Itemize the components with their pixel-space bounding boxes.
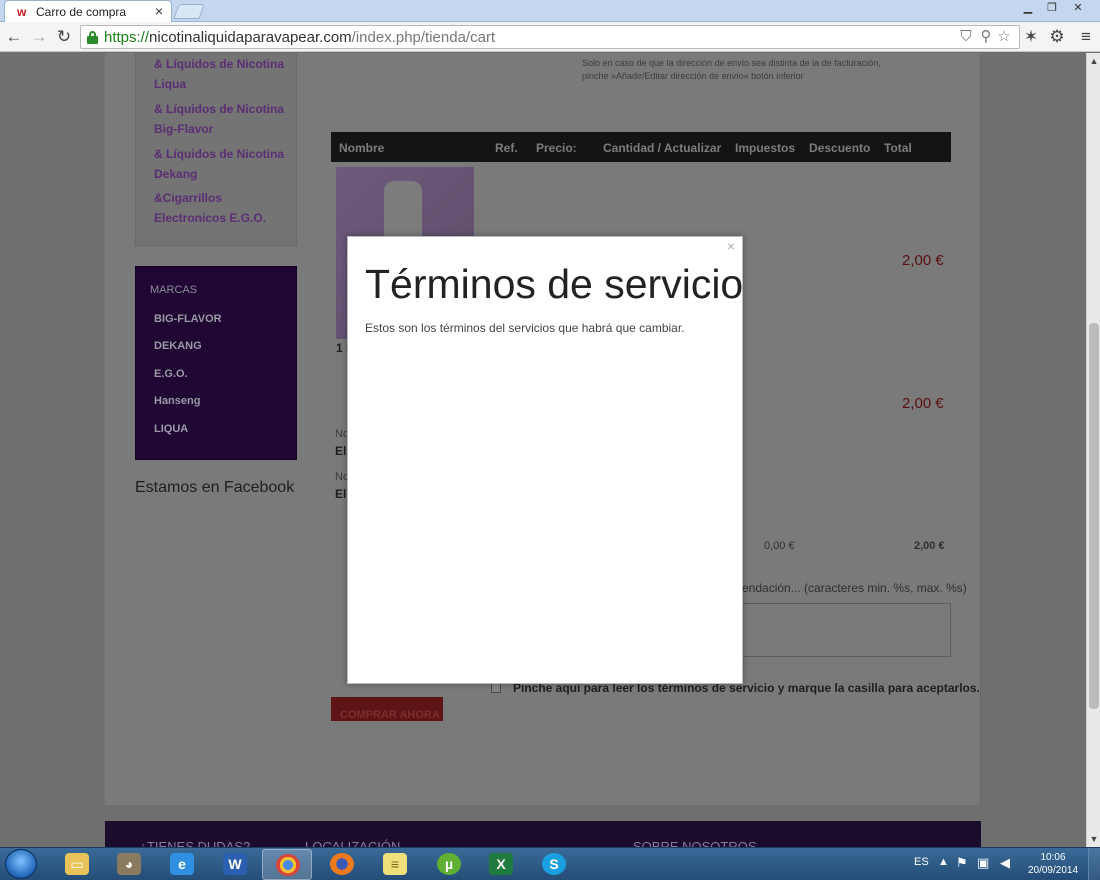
modal-title: Términos de servicio: [365, 261, 744, 307]
network-icon[interactable]: ▣: [977, 855, 989, 871]
category-link[interactable]: Electronicos E.G.O.: [154, 211, 266, 225]
utorrent-icon[interactable]: µ: [424, 849, 474, 880]
total-sum: 2,00 €: [914, 540, 945, 552]
scrollbar-thumb[interactable]: [1089, 323, 1099, 709]
brand-link[interactable]: Hanseng: [154, 395, 200, 407]
explorer-icon[interactable]: ▭: [52, 849, 102, 880]
row-value: El: [335, 444, 347, 458]
item-total-price: 2,00 €: [902, 252, 944, 269]
gimp-icon[interactable]: ◕: [104, 849, 154, 880]
header-total: Total: [884, 141, 912, 155]
comment-hint: endación... (caracteres min. %s, max. %s…: [742, 581, 967, 595]
skype-icon[interactable]: S: [529, 849, 579, 880]
url-text: https://nicotinaliquidaparavapear.com/in…: [104, 29, 496, 46]
discount-sum: 0,00 €: [764, 540, 795, 552]
excel-icon[interactable]: X: [476, 849, 526, 880]
brands-title: MARCAS: [150, 284, 198, 296]
scroll-down-icon[interactable]: ▼: [1089, 833, 1099, 845]
item-total-price: 2,00 €: [902, 395, 944, 412]
row-value: El: [335, 487, 347, 501]
browser-tab-cart[interactable]: w Carro de compra ×: [4, 0, 172, 22]
restore-icon[interactable]: ❐: [1040, 0, 1064, 16]
action-center-flag-icon[interactable]: ⚑: [956, 855, 968, 871]
extension-icon[interactable]: ✶: [1020, 26, 1042, 48]
brand-link[interactable]: DEKANG: [154, 340, 202, 352]
page-scrollbar[interactable]: ▲ ▼: [1086, 53, 1100, 847]
browser-titlebar: w Carro de compra × ▁ ❐ ✕: [0, 0, 1100, 22]
windows-taskbar: ▭ ◕ e W ≡ µ X S ES ▲ ⚑ ▣ ◀ 10:06 20/09/2…: [0, 847, 1100, 880]
category-link[interactable]: Liqua: [154, 77, 186, 91]
header-discount: Descuento: [809, 141, 871, 155]
site-favicon-icon: w: [17, 5, 27, 19]
show-desktop-button[interactable]: [1088, 848, 1100, 880]
menu-icon[interactable]: ≡: [1075, 26, 1097, 48]
buy-now-button[interactable]: COMPRAR AHORA: [331, 697, 443, 721]
minimize-icon[interactable]: ▁: [1016, 0, 1040, 16]
comment-textarea[interactable]: [742, 603, 951, 657]
gear-icon[interactable]: ⚙: [1046, 26, 1068, 48]
notes-icon[interactable]: ≡: [370, 849, 420, 880]
internet-explorer-icon[interactable]: e: [157, 849, 207, 880]
header-quantity: Cantidad / Actualizar: [603, 141, 722, 155]
system-clock[interactable]: 10:06 20/09/2014: [1024, 851, 1082, 877]
scroll-up-icon[interactable]: ▲: [1089, 55, 1099, 67]
category-link[interactable]: Big-Flavor: [154, 122, 213, 136]
brand-link[interactable]: BIG-FLAVOR: [154, 313, 222, 325]
language-indicator[interactable]: ES: [914, 856, 929, 868]
tos-checkbox[interactable]: [491, 683, 501, 693]
forward-arrow-icon[interactable]: →: [28, 26, 50, 48]
category-link[interactable]: &Cigarrillos: [154, 191, 222, 205]
footer-col-about[interactable]: SOBRE NOSOTROS: [633, 839, 757, 847]
footer-col-questions[interactable]: ¿TIENES DUDAS?: [139, 839, 250, 847]
shield-icon[interactable]: ⛉: [957, 28, 975, 46]
word-icon[interactable]: W: [210, 849, 260, 880]
pin-icon[interactable]: ⚲: [977, 28, 995, 46]
back-arrow-icon[interactable]: ←: [3, 26, 25, 48]
chrome-icon[interactable]: [262, 849, 312, 880]
terms-modal: × Términos de servicio Estos son los tér…: [347, 236, 743, 684]
shipping-note: Solo en caso de que la dirección de enví…: [582, 58, 881, 81]
new-tab-button[interactable]: [173, 4, 205, 19]
category-link[interactable]: & Líquidos de Nicotina: [154, 147, 284, 161]
bottle-image: [384, 181, 422, 241]
footer-col-location[interactable]: LOCALIZACIÓN: [305, 839, 400, 847]
brand-link[interactable]: LIQUA: [154, 423, 188, 435]
header-name: Nombre: [339, 141, 385, 155]
header-taxes: Impuestos: [735, 141, 796, 155]
category-link[interactable]: & Líquidos de Nicotina: [154, 102, 284, 116]
category-link[interactable]: & Líquidos de Nicotina: [154, 57, 284, 71]
category-link[interactable]: Dekang: [154, 167, 197, 181]
start-button-icon[interactable]: [5, 849, 37, 879]
lock-icon: [87, 31, 98, 44]
header-price: Precio:: [536, 141, 577, 155]
modal-close-icon[interactable]: ×: [727, 239, 735, 253]
tab-title: Carro de compra: [36, 5, 127, 19]
footer-bar: ¿TIENES DUDAS? LOCALIZACIÓN SOBRE NOSOTR…: [105, 821, 981, 847]
volume-icon[interactable]: ◀: [1000, 855, 1010, 871]
cart-table-header: Nombre Ref. Precio: Cantidad / Actualiza…: [331, 132, 951, 162]
tab-close-icon[interactable]: ×: [155, 3, 163, 19]
star-icon[interactable]: ☆: [995, 28, 1013, 46]
facebook-title: Estamos en Facebook: [135, 479, 295, 496]
brand-link[interactable]: E.G.O.: [154, 368, 188, 380]
window-close-icon[interactable]: ✕: [1066, 0, 1090, 16]
reload-icon[interactable]: ↻: [53, 26, 75, 48]
browser-toolbar: ← → ↻ https://nicotinaliquidaparavapear.…: [0, 22, 1100, 52]
show-hidden-icons-icon[interactable]: ▲: [938, 856, 949, 868]
modal-body-text: Estos son los términos del servicios que…: [365, 321, 685, 335]
address-bar[interactable]: https://nicotinaliquidaparavapear.com/in…: [80, 25, 1020, 49]
header-ref: Ref.: [495, 141, 518, 155]
firefox-icon[interactable]: [317, 849, 367, 880]
